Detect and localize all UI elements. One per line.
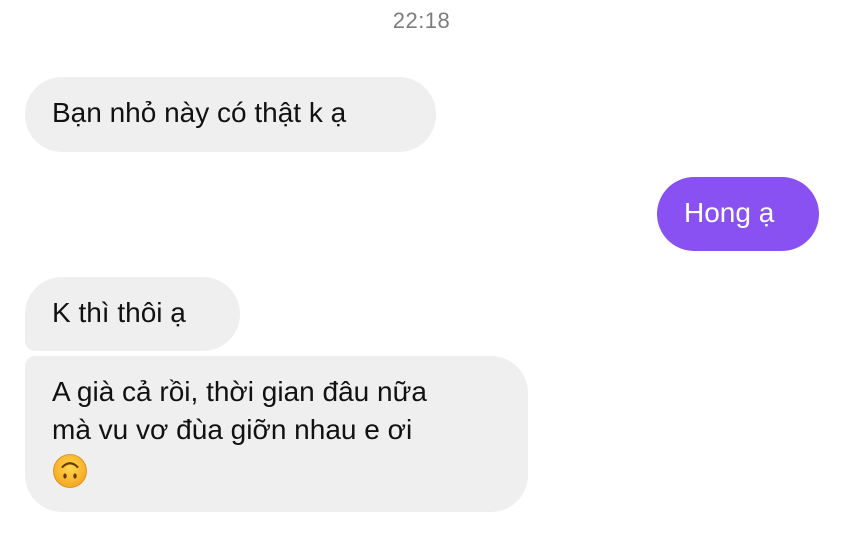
message-text-line: A già cả rồi, thời gian đâu nữa — [52, 376, 427, 407]
message-text: K thì thôi ạ — [52, 297, 186, 328]
message-text-line: mà vu vơ đùa giỡn nhau e ơi — [52, 414, 413, 445]
incoming-message-bubble[interactable]: K thì thôi ạ — [25, 277, 240, 351]
outgoing-message-bubble[interactable]: Hong ạ — [657, 177, 819, 251]
incoming-message-bubble[interactable]: Bạn nhỏ này có thật k ạ — [25, 77, 436, 152]
incoming-message-bubble[interactable]: A già cả rồi, thời gian đâu nữa mà vu vơ… — [25, 356, 528, 512]
message-timestamp: 22:18 — [392, 8, 451, 33]
message-text: Bạn nhỏ này có thật k ạ — [52, 97, 347, 128]
upside-down-face-icon — [53, 454, 87, 488]
message-text: Hong ạ — [684, 197, 775, 228]
